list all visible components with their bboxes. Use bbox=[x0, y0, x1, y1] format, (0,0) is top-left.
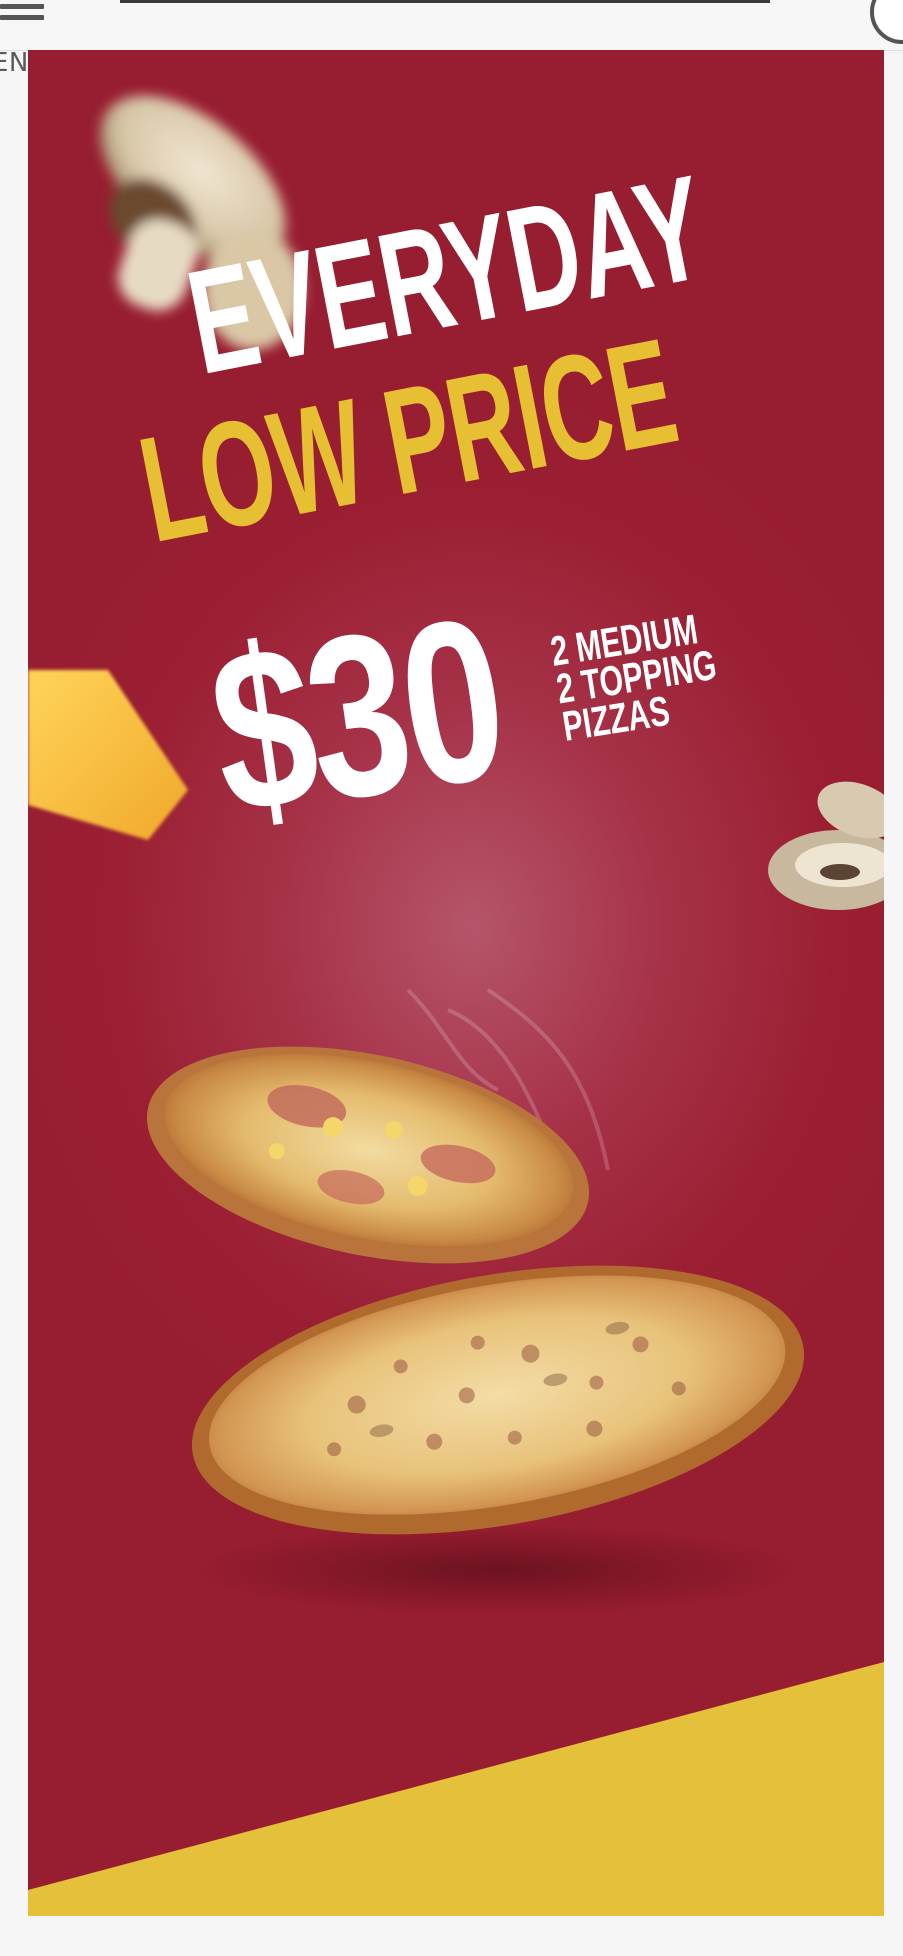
promo-banner[interactable]: EVERYDAY LOW PRICE $30 2 MEDIUM 2 TOPPIN… bbox=[28, 50, 884, 1916]
pizza-back bbox=[146, 1046, 590, 1264]
mushroom-right bbox=[768, 781, 884, 910]
pizza-shadow bbox=[198, 1525, 798, 1615]
top-strip bbox=[120, 0, 770, 3]
hamburger-icon bbox=[0, 4, 44, 30]
top-bar bbox=[0, 0, 903, 51]
price-label: $30 bbox=[197, 568, 516, 863]
yellow-band bbox=[28, 1662, 884, 1916]
page: ENU bbox=[0, 0, 903, 1956]
account-icon[interactable] bbox=[870, 0, 903, 44]
cheese-chunk bbox=[28, 670, 188, 840]
pizza-front bbox=[191, 1265, 805, 1535]
